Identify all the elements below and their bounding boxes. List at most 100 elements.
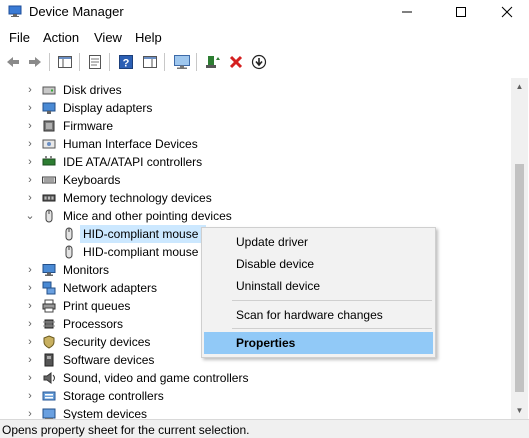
expand-chevron-icon[interactable]: ›	[25, 138, 35, 150]
status-bar: Opens property sheet for the current sel…	[0, 419, 529, 438]
system-device-icon	[42, 407, 56, 419]
monitor-icon	[42, 263, 56, 277]
expand-chevron-icon[interactable]: ›	[25, 318, 35, 330]
menu-item-scan-hardware[interactable]: Scan for hardware changes	[202, 304, 435, 326]
speaker-icon	[42, 371, 56, 385]
uninstall-x-icon[interactable]	[226, 52, 246, 72]
tree-item-label: Display adapters	[63, 101, 153, 115]
minimize-button[interactable]	[384, 0, 429, 24]
menu-item-update-driver[interactable]: Update driver	[202, 231, 435, 253]
menu-item-label: Properties	[236, 336, 296, 350]
category-row[interactable]: › Memory technology devices	[0, 189, 511, 207]
expand-chevron-icon[interactable]: ›	[25, 102, 35, 114]
maximize-button[interactable]	[438, 0, 483, 24]
expand-chevron-icon[interactable]: ›	[25, 354, 35, 366]
tree-item-label: Security devices	[63, 335, 151, 349]
tree-item-label: IDE ATA/ATAPI controllers	[63, 155, 203, 169]
toolbar-separator	[79, 53, 80, 71]
category-row[interactable]: › Storage controllers	[0, 387, 511, 405]
toolbar-separator	[109, 53, 110, 71]
expand-chevron-icon[interactable]: ›	[25, 264, 35, 276]
menu-item-properties[interactable]: Properties	[204, 332, 433, 354]
menu-item-label: Disable device	[236, 257, 315, 271]
tree-item-label: Firmware	[63, 119, 113, 133]
expand-chevron-icon[interactable]: ›	[25, 282, 35, 294]
ide-controller-icon	[42, 155, 56, 169]
device-manager-app-icon	[8, 4, 22, 18]
expand-chevron-icon[interactable]: ›	[25, 156, 35, 168]
category-row[interactable]: › Human Interface Devices	[0, 135, 511, 153]
collapse-chevron-icon[interactable]: ⌄	[25, 210, 35, 222]
back-arrow-icon[interactable]	[3, 52, 23, 72]
expand-chevron-icon[interactable]: ›	[25, 300, 35, 312]
tree-item-label: Storage controllers	[63, 389, 164, 403]
security-device-icon	[42, 335, 56, 349]
toolbar-separator	[196, 53, 197, 71]
svg-text:?: ?	[123, 58, 130, 70]
category-row[interactable]: › System devices	[0, 405, 511, 419]
tree-item-label: Human Interface Devices	[63, 137, 198, 151]
category-row[interactable]: › Firmware	[0, 117, 511, 135]
expand-chevron-icon[interactable]: ›	[25, 120, 35, 132]
scrollbar-thumb[interactable]	[515, 164, 524, 392]
menu-action[interactable]: Action	[43, 30, 79, 45]
software-device-icon	[42, 353, 56, 367]
mouse-icon	[62, 245, 76, 259]
network-adapter-icon	[42, 281, 56, 295]
mouse-icon	[42, 209, 56, 223]
vertical-scrollbar[interactable]: ▲ ▼	[511, 78, 528, 419]
menu-separator	[232, 300, 432, 301]
menu-view[interactable]: View	[94, 30, 122, 45]
tree-item-label: Memory technology devices	[63, 191, 212, 205]
tree-item-label: Network adapters	[63, 281, 158, 295]
show-hide-console-tree-icon[interactable]	[55, 52, 75, 72]
category-row[interactable]: › IDE ATA/ATAPI controllers	[0, 153, 511, 171]
category-row[interactable]: › Display adapters	[0, 99, 511, 117]
menu-item-label: Update driver	[236, 235, 309, 249]
download-circle-icon[interactable]	[249, 52, 269, 72]
scroll-up-arrow-icon[interactable]: ▲	[511, 78, 528, 95]
expand-chevron-icon[interactable]: ›	[25, 372, 35, 384]
expand-chevron-icon[interactable]: ›	[25, 336, 35, 348]
window-title: Device Manager	[29, 4, 124, 19]
tree-item-label: Keyboards	[63, 173, 121, 187]
monitor-icon[interactable]	[172, 52, 192, 72]
menu-file[interactable]: File	[9, 30, 30, 45]
scroll-down-arrow-icon[interactable]: ▼	[511, 402, 528, 419]
expand-chevron-icon[interactable]: ›	[25, 192, 35, 204]
expand-chevron-icon[interactable]: ›	[25, 390, 35, 402]
category-row[interactable]: › Sound, video and game controllers	[0, 369, 511, 387]
tree-item-label: Monitors	[63, 263, 110, 277]
hid-icon	[42, 137, 56, 151]
menu-help[interactable]: Help	[135, 30, 162, 45]
close-button[interactable]	[484, 0, 529, 24]
properties-icon[interactable]	[85, 52, 105, 72]
tree-item-label: Mice and other pointing devices	[63, 209, 232, 223]
update-driver-icon[interactable]	[203, 52, 223, 72]
menu-item-label: Uninstall device	[236, 279, 321, 293]
memory-icon	[42, 191, 56, 205]
tree-item-label: Print queues	[63, 299, 131, 313]
action-pane-icon[interactable]	[140, 52, 160, 72]
tree-item-label: HID-compliant mouse	[83, 245, 199, 259]
category-row[interactable]: › Disk drives	[0, 81, 511, 99]
expand-chevron-icon[interactable]: ›	[25, 408, 35, 419]
menu-item-uninstall-device[interactable]: Uninstall device	[202, 275, 435, 297]
tree-item-label: Software devices	[63, 353, 155, 367]
category-row[interactable]: › Keyboards	[0, 171, 511, 189]
help-icon[interactable]: ?	[116, 52, 136, 72]
title-bar: Device Manager	[0, 0, 529, 24]
tree-item-label: Sound, video and game controllers	[63, 371, 249, 385]
menu-bar: File Action View Help	[0, 26, 529, 48]
tree-item-label: Processors	[63, 317, 124, 331]
firmware-icon	[42, 119, 56, 133]
category-row[interactable]: ⌄ Mice and other pointing devices	[0, 207, 511, 225]
menu-item-disable-device[interactable]: Disable device	[202, 253, 435, 275]
keyboard-icon	[42, 173, 56, 187]
processor-icon	[42, 317, 56, 331]
forward-arrow-icon[interactable]	[25, 52, 45, 72]
expand-chevron-icon[interactable]: ›	[25, 174, 35, 186]
status-text: Opens property sheet for the current sel…	[2, 423, 250, 437]
display-adapter-icon	[42, 101, 56, 115]
expand-chevron-icon[interactable]: ›	[25, 84, 35, 96]
